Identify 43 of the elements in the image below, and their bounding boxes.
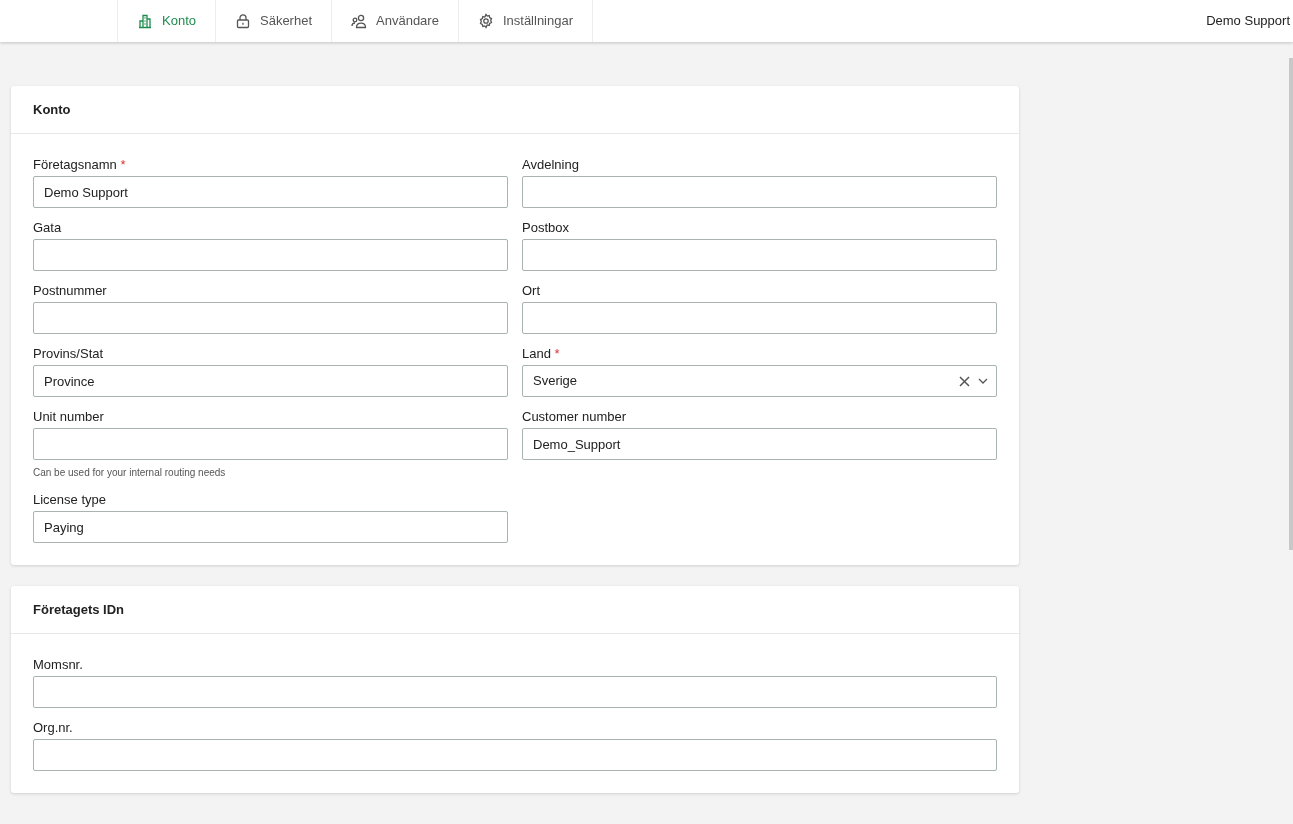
field-label: Unit number bbox=[33, 409, 105, 424]
country-select[interactable]: Sverige bbox=[522, 365, 997, 397]
required-icon: * bbox=[120, 157, 126, 172]
required-icon: * bbox=[554, 346, 560, 361]
field-label: License type bbox=[33, 492, 107, 507]
field-label: Postbox bbox=[522, 220, 570, 235]
input-field[interactable] bbox=[522, 302, 997, 334]
users-icon bbox=[351, 13, 368, 29]
input-field[interactable]: Province bbox=[33, 365, 508, 397]
scrollbar[interactable] bbox=[1289, 58, 1293, 550]
input-field[interactable] bbox=[33, 239, 508, 271]
field-label: Provins/Stat bbox=[33, 346, 105, 361]
nav-tab[interactable]: Konto bbox=[117, 0, 216, 42]
input-field[interactable]: Demo Support bbox=[33, 176, 508, 208]
card-title: Företagets IDn bbox=[33, 600, 124, 619]
field-label: Gata bbox=[33, 220, 63, 235]
input-field[interactable] bbox=[522, 176, 997, 208]
field-label: Org.nr. bbox=[33, 720, 74, 735]
field-hint: Can be used for your internal routing needs bbox=[33, 466, 227, 480]
input-field[interactable]: Demo_Support bbox=[522, 428, 997, 460]
nav-tab[interactable]: Inställningar bbox=[458, 0, 594, 42]
field-label: Momsnr. bbox=[33, 657, 84, 672]
nav-tab[interactable]: Användare bbox=[332, 0, 459, 42]
field-label: Avdelning bbox=[522, 157, 580, 172]
lock-icon bbox=[235, 13, 251, 29]
input-field[interactable] bbox=[522, 239, 997, 271]
user-name[interactable]: Demo Support bbox=[1206, 11, 1290, 31]
input-field[interactable] bbox=[33, 676, 997, 708]
settings-icon bbox=[477, 13, 494, 29]
input-field[interactable] bbox=[33, 302, 508, 334]
input-field[interactable]: Paying bbox=[33, 511, 508, 543]
field-label: Postnummer bbox=[33, 283, 108, 298]
field-label: Företagsnamn * bbox=[33, 157, 127, 172]
nav-tab[interactable]: Säkerhet bbox=[216, 0, 333, 42]
chevron-down-icon[interactable] bbox=[978, 378, 988, 384]
input-field[interactable] bbox=[33, 739, 997, 771]
field-label: Ort bbox=[522, 283, 542, 298]
building-icon bbox=[137, 13, 153, 29]
input-field[interactable] bbox=[33, 428, 508, 460]
card-title: Konto bbox=[33, 100, 71, 119]
clear-icon[interactable] bbox=[959, 375, 970, 387]
field-label: Customer number bbox=[522, 409, 628, 424]
field-label: Land * bbox=[522, 346, 561, 361]
